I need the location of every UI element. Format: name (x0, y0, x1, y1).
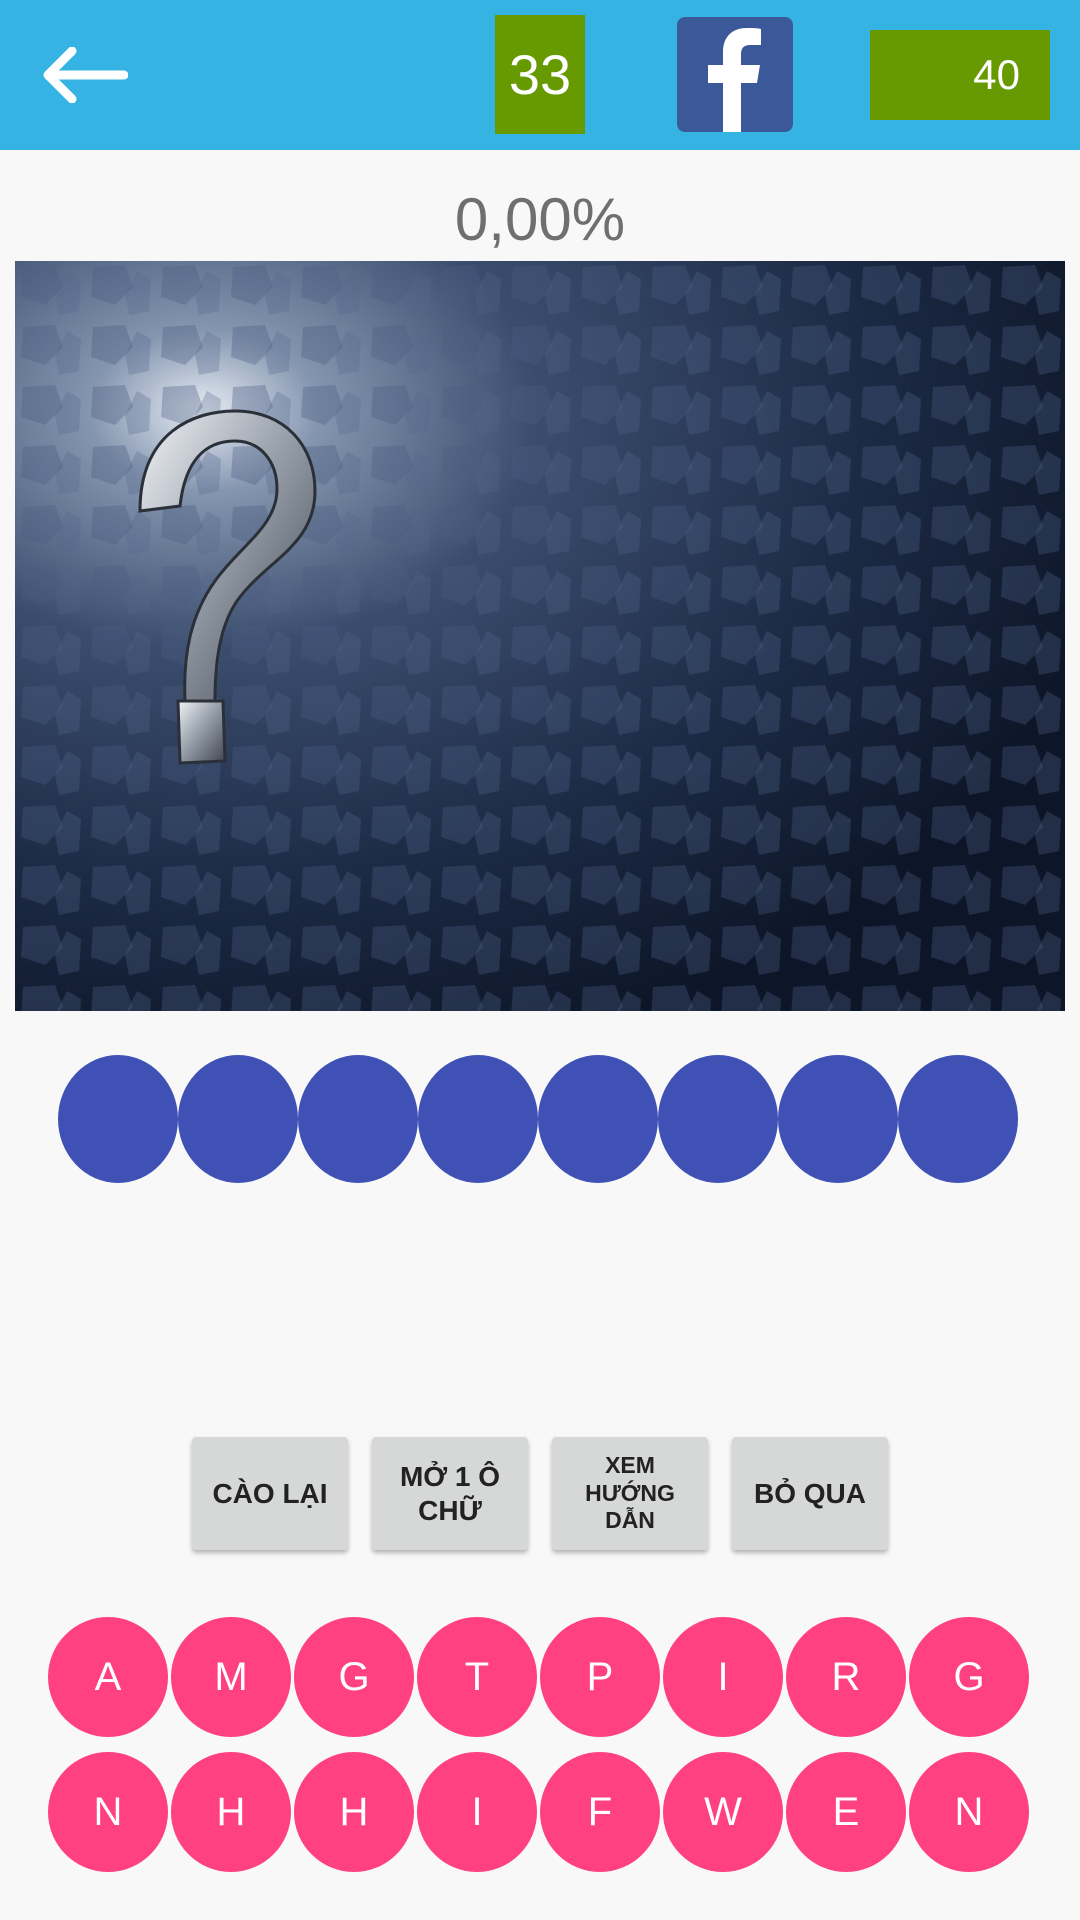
reveal-letter-button[interactable]: MỞ 1 Ô CHỮ (372, 1437, 528, 1550)
answer-slot[interactable] (538, 1055, 658, 1183)
answer-slot[interactable] (58, 1055, 178, 1183)
letter-tile[interactable]: P (540, 1617, 660, 1737)
letter-tile[interactable]: A (48, 1617, 168, 1737)
progress-percent: 0,00% (454, 186, 626, 253)
answer-slots (58, 1055, 1018, 1183)
back-button[interactable] (40, 40, 130, 110)
answer-slot[interactable] (298, 1055, 418, 1183)
answer-slot[interactable] (898, 1055, 1018, 1183)
letter-tile[interactable]: E (786, 1752, 906, 1872)
letter-tile[interactable]: M (171, 1617, 291, 1737)
answer-slot[interactable] (658, 1055, 778, 1183)
letter-row-2: N H H I F W E N (48, 1752, 1029, 1872)
action-buttons: CÀO LẠI MỞ 1 Ô CHỮ XEM HƯỚNG DẪN BỎ QUA (192, 1437, 888, 1550)
puzzle-image (15, 261, 1065, 1011)
letter-tile[interactable]: H (294, 1752, 414, 1872)
answer-slot[interactable] (418, 1055, 538, 1183)
letter-tile[interactable]: G (909, 1617, 1029, 1737)
letter-tile[interactable]: I (417, 1752, 537, 1872)
answer-slot[interactable] (778, 1055, 898, 1183)
letter-tile[interactable]: H (171, 1752, 291, 1872)
facebook-share-button[interactable] (677, 17, 793, 132)
question-mark-image (15, 261, 1065, 1011)
letter-tile[interactable]: N (48, 1752, 168, 1872)
letter-tile[interactable]: T (417, 1617, 537, 1737)
letter-tile[interactable]: N (909, 1752, 1029, 1872)
letter-row-1: A M G T P I R G (48, 1617, 1029, 1737)
skip-button[interactable]: BỎ QUA (732, 1437, 888, 1550)
letter-tile[interactable]: G (294, 1617, 414, 1737)
letter-tile[interactable]: W (663, 1752, 783, 1872)
letter-tile[interactable]: F (540, 1752, 660, 1872)
top-bar: 33 40 (0, 0, 1080, 150)
letter-tile[interactable]: R (786, 1617, 906, 1737)
level-counter: 33 (495, 15, 585, 134)
scratch-again-button[interactable]: CÀO LẠI (192, 1437, 348, 1550)
letter-tile[interactable]: I (663, 1617, 783, 1737)
facebook-icon (708, 28, 761, 132)
arrow-left-icon (43, 47, 128, 103)
coin-counter: 40 (870, 30, 1050, 120)
view-guide-button[interactable]: XEM HƯỚNG DẪN (552, 1437, 708, 1550)
answer-slot[interactable] (178, 1055, 298, 1183)
